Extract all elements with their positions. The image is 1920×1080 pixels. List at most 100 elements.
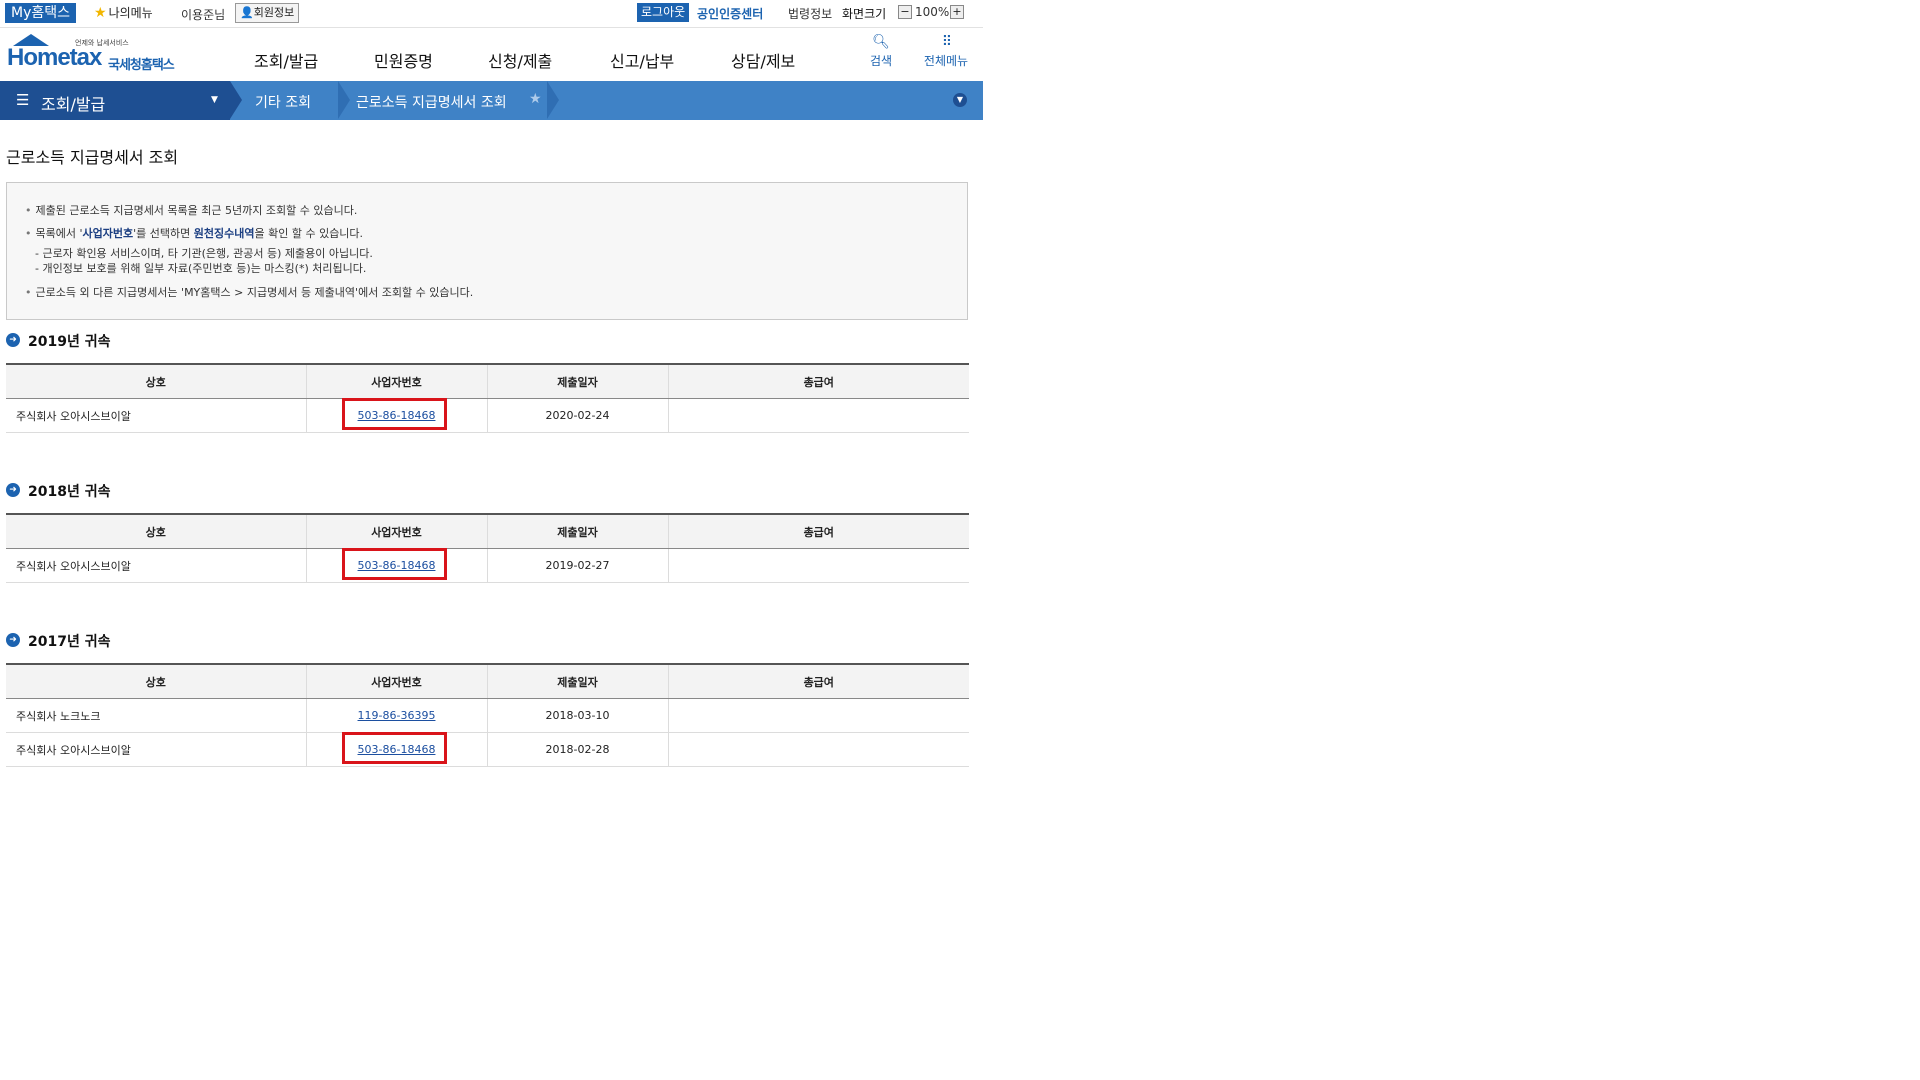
statement-table: 상호 사업자번호 제출일자 총급여 주식회사 오아시스브이알 503-86-18… — [6, 513, 969, 583]
zoom-level: 100% — [915, 5, 950, 19]
notice-line: • 목록에서 '사업자번호'를 선택하면 원천징수내역을 확인 할 수 있습니다. — [25, 227, 364, 240]
section-title: 2019년 귀속 — [28, 334, 111, 350]
gnb-inquiry-issue[interactable]: 조회/발급 — [254, 48, 318, 72]
chevron-down-icon[interactable]: ▼ — [953, 93, 967, 107]
biz-no-link[interactable]: 119-86-36395 — [358, 709, 436, 722]
hamburger-icon: ☰ — [16, 91, 30, 109]
statement-table: 상호 사업자번호 제출일자 총급여 주식회사 오아시스브이알 503-86-18… — [6, 363, 969, 433]
table-row: 주식회사 오아시스브이알 503-86-18468 2019-02-27 — [6, 548, 969, 583]
circle-arrow-icon: ➜ — [6, 333, 20, 347]
search-label: 검색 — [869, 54, 893, 68]
hometax-logo[interactable]: 언제와 납세서비스 Hometax 국세청홈택스 — [5, 32, 190, 74]
search-icon: 🔍︎ — [872, 34, 890, 50]
breadcrumb-other-inquiry[interactable]: 기타 조회 — [255, 92, 311, 112]
logout-button[interactable]: 로그아웃 — [637, 3, 690, 22]
section-2019: ➜ 2019년 귀속 상호 사업자번호 제출일자 총급여 주식회사 오아시스브이… — [6, 330, 969, 433]
main-header: 언제와 납세서비스 Hometax 국세청홈택스 조회/발급 민원증명 신청/제… — [0, 28, 983, 80]
screen-size-label: 화면크기 — [842, 7, 887, 21]
column-header: 제출일자 — [487, 363, 669, 399]
column-header: 총급여 — [668, 513, 969, 549]
cert-center-link[interactable]: 공인인증센터 — [697, 5, 763, 22]
favorite-star-icon[interactable]: ★ — [529, 91, 542, 107]
column-header: 제출일자 — [487, 513, 669, 549]
grid-icon: ⠿ — [941, 34, 952, 50]
breadcrumb-current-page: 근로소득 지급명세서 조회 — [356, 95, 507, 111]
total-pay — [668, 398, 969, 433]
circle-arrow-icon: ➜ — [6, 633, 20, 647]
gnb-apply-submit[interactable]: 신청/제출 — [488, 48, 552, 72]
highlight-box — [341, 548, 447, 580]
submit-date: 2018-03-10 — [487, 698, 669, 733]
highlight-box — [341, 398, 447, 430]
notice-line: • 제출된 근로소득 지급명세서 목록을 최근 5년까지 조회할 수 있습니다. — [25, 204, 358, 217]
section-title: 2017년 귀속 — [28, 634, 111, 650]
table-header-row: 상호 사업자번호 제출일자 총급여 — [6, 513, 969, 549]
top-utility-bar: My홈택스 ★ 나의메뉴 이용준님 👤회원정보 로그아웃 공인인증센터 법령정보 … — [0, 0, 983, 28]
table-row: 주식회사 노크노크 119-86-36395 2018-03-10 — [6, 698, 969, 733]
notice-box: • 제출된 근로소득 지급명세서 목록을 최근 5년까지 조회할 수 있습니다. … — [6, 182, 968, 320]
column-header: 사업자번호 — [306, 363, 488, 399]
circle-arrow-icon: ➜ — [6, 483, 20, 497]
user-name: 이용준님 — [181, 8, 226, 22]
all-menu-button[interactable]: ⠿ 전체메뉴 — [918, 34, 974, 69]
column-header: 총급여 — [668, 363, 969, 399]
table-row: 주식회사 오아시스브이알 503-86-18468 2018-02-28 — [6, 732, 969, 767]
column-header: 상호 — [6, 663, 307, 699]
statement-table: 상호 사업자번호 제출일자 총급여 주식회사 노크노크 119-86-36395… — [6, 663, 969, 767]
zoom-in-button[interactable]: + — [950, 5, 964, 19]
gnb-report-pay[interactable]: 신고/납부 — [610, 48, 674, 72]
notice-subline: - 개인정보 보호를 위해 일부 자료(주민번호 등)는 마스킹(*) 처리됩니… — [35, 262, 367, 275]
my-menu-link[interactable]: ★ 나의메뉴 — [94, 4, 153, 22]
laws-info-link[interactable]: 법령정보 — [788, 5, 832, 22]
column-header: 제출일자 — [487, 663, 669, 699]
member-info-label: 회원정보 — [253, 6, 295, 19]
page-title: 근로소득 지급명세서 조회 — [6, 148, 179, 167]
biz-no-cell: 119-86-36395 — [306, 698, 488, 733]
total-pay — [668, 548, 969, 583]
notice-emphasis-biz-no: 사업자번호 — [82, 227, 134, 240]
gnb-consult-report[interactable]: 상담/제보 — [731, 48, 795, 72]
star-icon: ★ — [94, 5, 107, 21]
biz-no-cell: 503-86-18468 — [306, 548, 488, 583]
company-name: 주식회사 오아시스브이알 — [6, 732, 307, 767]
member-info-button[interactable]: 👤회원정보 — [235, 3, 300, 23]
my-menu-label: 나의메뉴 — [108, 6, 153, 20]
table-header-row: 상호 사업자번호 제출일자 총급여 — [6, 663, 969, 699]
table-row: 주식회사 오아시스브이알 503-86-18468 2020-02-24 — [6, 398, 969, 433]
biz-no-cell: 503-86-18468 — [306, 732, 488, 767]
breadcrumb-separator — [546, 81, 559, 120]
all-menu-label: 전체메뉴 — [923, 54, 969, 68]
gnb-civil-certificate[interactable]: 민원증명 — [374, 48, 433, 72]
total-pay — [668, 732, 969, 767]
biz-no-cell: 503-86-18468 — [306, 398, 488, 433]
location-bar: ☰ 조회/발급 ▼ 기타 조회 근로소득 지급명세서 조회 ★ ▼ — [0, 81, 983, 120]
column-header: 사업자번호 — [306, 513, 488, 549]
table-header-row: 상호 사업자번호 제출일자 총급여 — [6, 363, 969, 399]
my-hometax-button[interactable]: My홈택스 — [5, 3, 77, 23]
column-header: 사업자번호 — [306, 663, 488, 699]
caret-down-icon: ▼ — [211, 95, 218, 105]
location-main-menu[interactable]: ☰ 조회/발급 ▼ — [0, 81, 230, 120]
logo-wordmark: Hometax — [7, 44, 102, 71]
breadcrumb-separator — [230, 81, 242, 120]
zoom-out-button[interactable]: − — [898, 5, 912, 19]
notice-emphasis-withholding: 원천징수내역 — [193, 227, 255, 240]
company-name: 주식회사 오아시스브이알 — [6, 398, 307, 433]
submit-date: 2020-02-24 — [487, 398, 669, 433]
submit-date: 2019-02-27 — [487, 548, 669, 583]
column-header: 상호 — [6, 513, 307, 549]
column-header: 총급여 — [668, 663, 969, 699]
location-main-label: 조회/발급 — [41, 95, 106, 114]
highlight-box — [341, 732, 447, 764]
notice-subline: - 근로자 확인용 서비스이며, 타 기관(은행, 관공서 등) 제출용이 아닙… — [35, 247, 373, 260]
hometax-page: My홈택스 ★ 나의메뉴 이용준님 👤회원정보 로그아웃 공인인증센터 법령정보 … — [0, 0, 983, 1080]
section-2017: ➜ 2017년 귀속 상호 사업자번호 제출일자 총급여 주식회사 노크노크 1… — [6, 630, 969, 767]
submit-date: 2018-02-28 — [487, 732, 669, 767]
person-icon: 👤 — [240, 6, 254, 19]
company-name: 주식회사 오아시스브이알 — [6, 548, 307, 583]
column-header: 상호 — [6, 363, 307, 399]
notice-line: • 근로소득 외 다른 지급명세서는 'MY홈택스 > 지급명세서 등 제출내역'… — [25, 286, 474, 299]
company-name: 주식회사 노크노크 — [6, 698, 307, 733]
logo-korean-name: 국세청홈택스 — [108, 58, 175, 73]
search-button[interactable]: 🔍︎ 검색 — [868, 34, 894, 69]
